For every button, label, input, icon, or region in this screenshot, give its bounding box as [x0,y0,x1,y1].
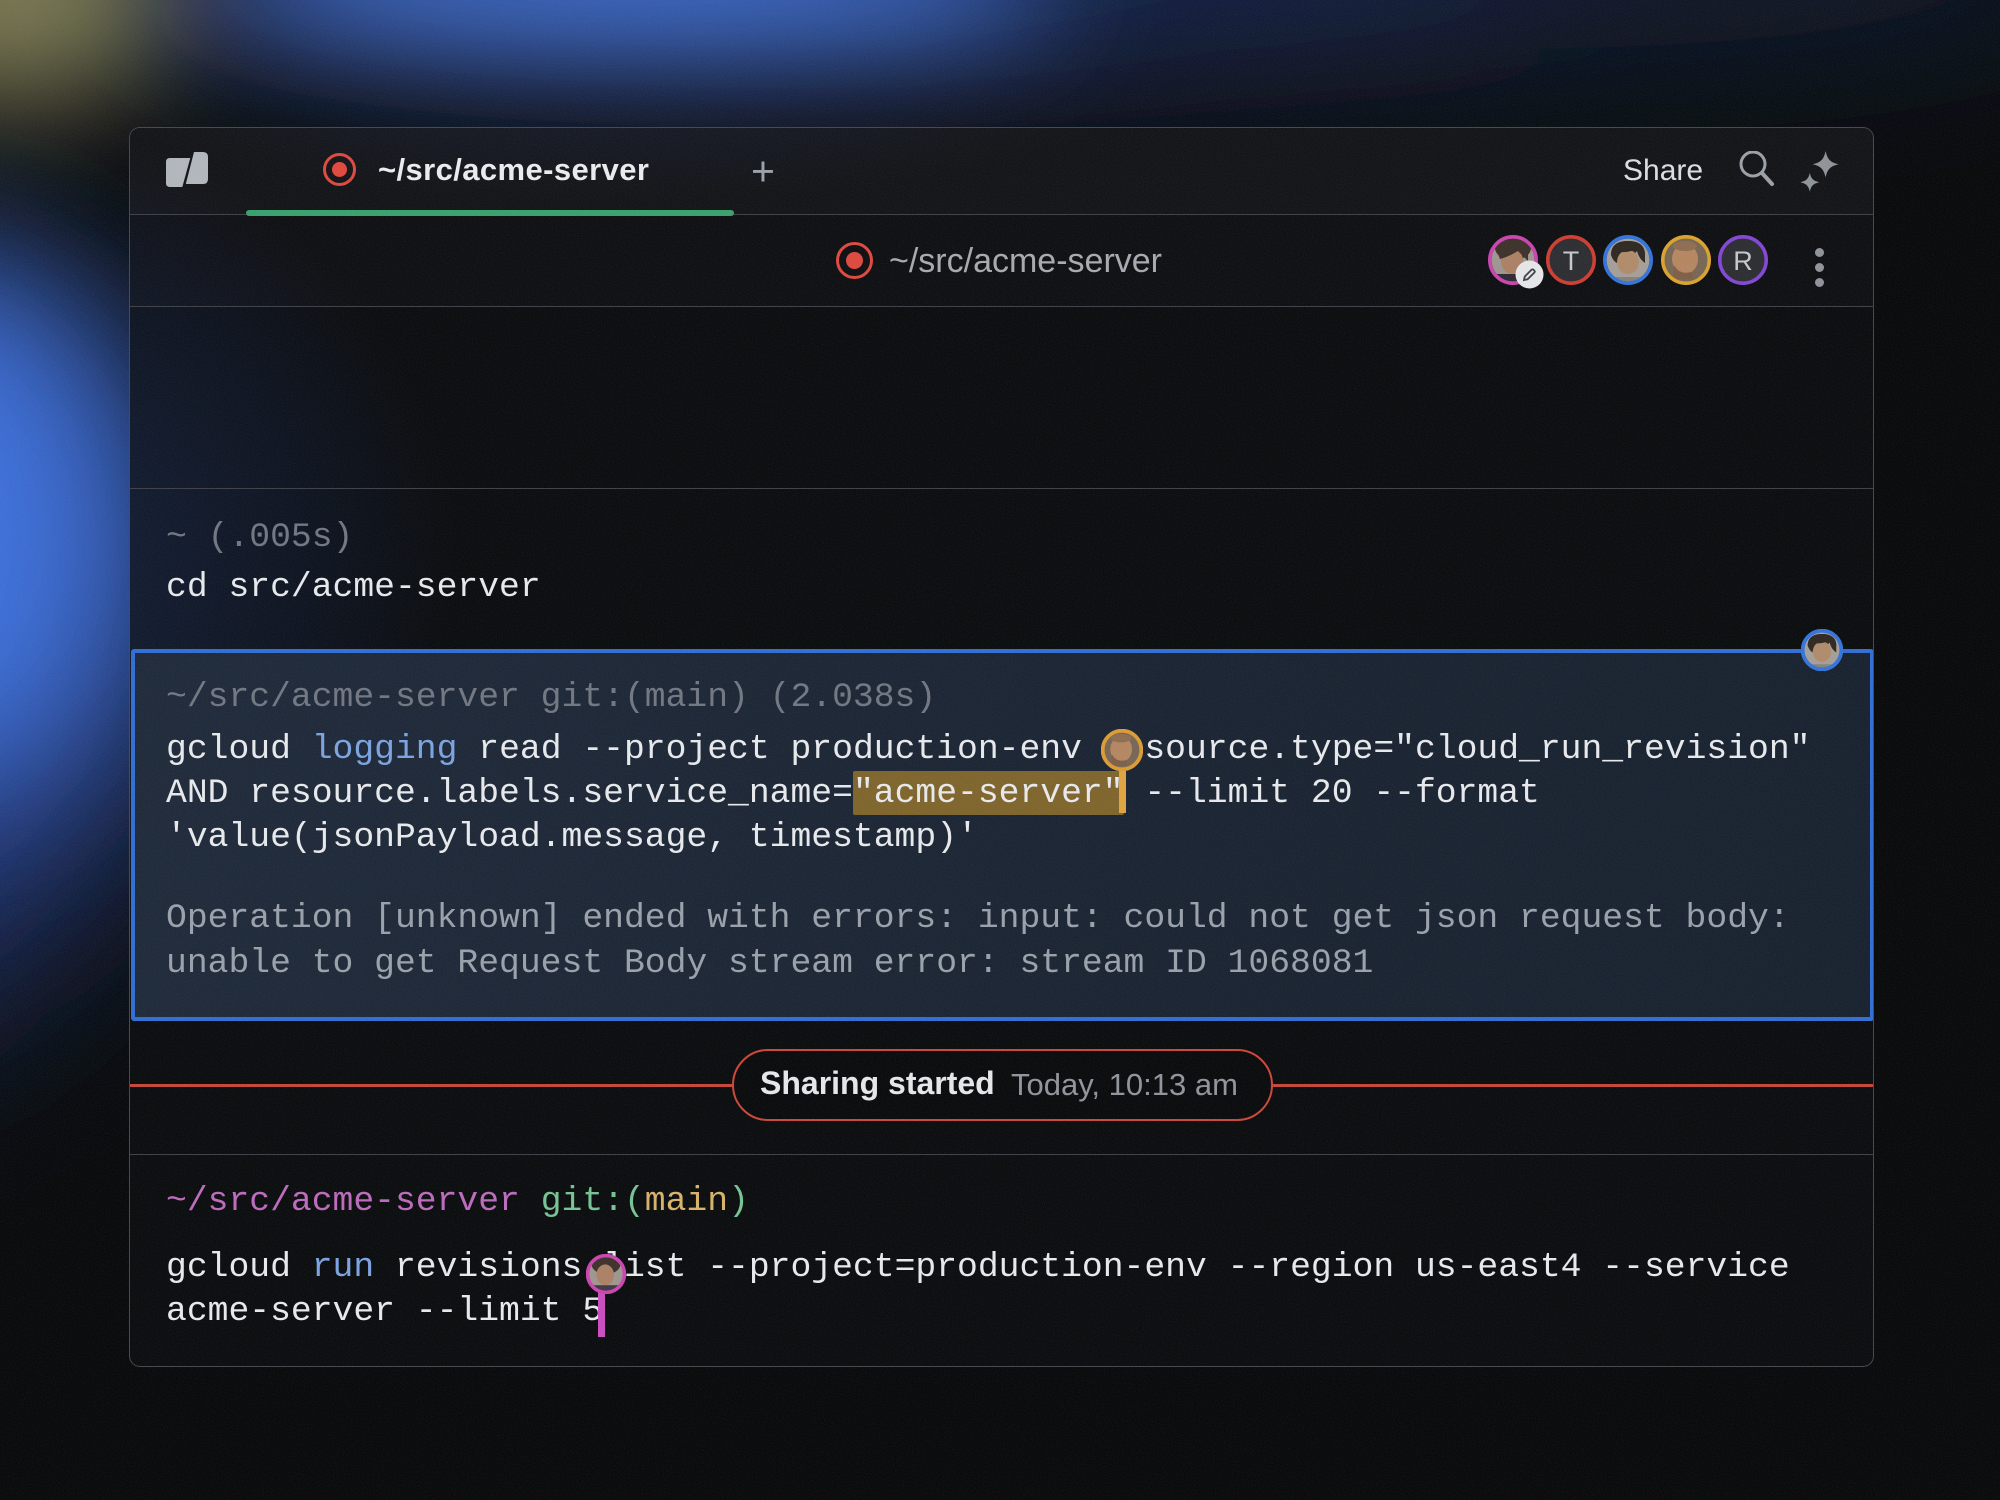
svg-text:R: R [1733,246,1753,276]
svg-text:T: T [1562,246,1579,276]
